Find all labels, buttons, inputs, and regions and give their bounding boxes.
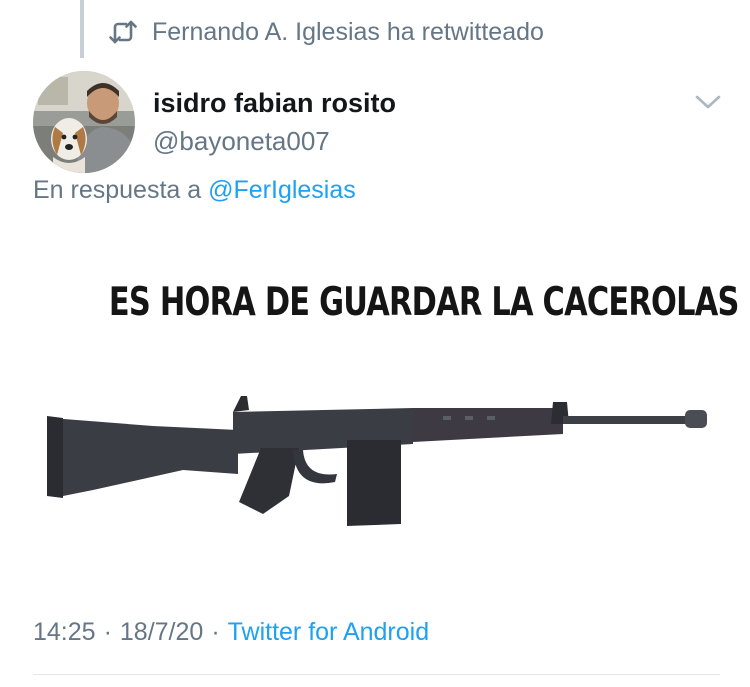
rifle-image [47, 396, 707, 526]
retweet-icon [108, 19, 138, 45]
tweet-media[interactable]: ES HORA DE GUARDAR LA CACEROLAS [33, 258, 740, 558]
retweet-text: Fernando A. Iglesias ha retwitteado [152, 17, 544, 46]
bottom-divider [33, 674, 720, 675]
tweet-meta: 14:25 · 18/7/20 · Twitter for Android [33, 618, 429, 647]
retweet-header[interactable]: Fernando A. Iglesias ha retwitteado [108, 14, 544, 50]
tweet-source-link[interactable]: Twitter for Android [228, 618, 429, 647]
chevron-down-icon[interactable] [694, 92, 722, 112]
meta-separator: · [103, 618, 112, 646]
meta-separator: · [211, 618, 220, 646]
author-name[interactable]: isidro fabian rosito [153, 88, 396, 119]
tweet-time[interactable]: 14:25 [33, 618, 96, 647]
reply-prefix: En respuesta a [33, 176, 202, 204]
reply-context: En respuesta a @FerIglesias [33, 176, 356, 205]
meme-caption: ES HORA DE GUARDAR LA CACEROLAS [108, 280, 740, 325]
tweet-date[interactable]: 18/7/20 [120, 618, 203, 647]
author-handle[interactable]: @bayoneta007 [153, 126, 330, 157]
reply-mention-link[interactable]: @FerIglesias [208, 176, 356, 204]
thread-line [80, 0, 84, 58]
avatar[interactable] [33, 71, 135, 173]
